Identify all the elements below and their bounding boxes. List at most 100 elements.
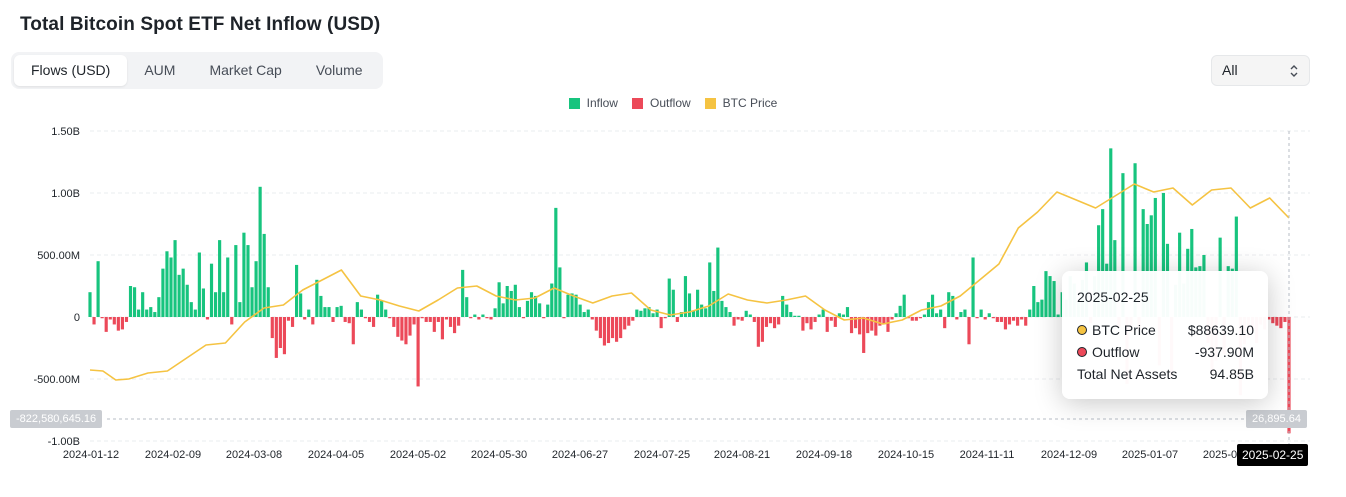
inflow-bar[interactable] <box>145 309 149 317</box>
inflow-bar[interactable] <box>716 247 720 317</box>
inflow-bar[interactable] <box>566 294 570 317</box>
inflow-bar[interactable] <box>201 288 205 317</box>
outflow-bar[interactable] <box>740 317 744 321</box>
inflow-bar[interactable] <box>299 293 303 317</box>
outflow-bar[interactable] <box>282 317 287 355</box>
inflow-bar[interactable] <box>671 289 675 317</box>
outflow-bar[interactable] <box>874 317 878 336</box>
inflow-bar[interactable] <box>359 309 363 317</box>
inflow-bar[interactable] <box>720 300 724 317</box>
outflow-bar[interactable] <box>404 317 408 345</box>
inflow-bar[interactable] <box>570 293 574 317</box>
inflow-bar[interactable] <box>1048 276 1052 317</box>
inflow-bar[interactable] <box>132 287 137 317</box>
inflow-bar[interactable] <box>651 313 655 317</box>
inflow-bar[interactable] <box>517 307 521 317</box>
outflow-bar[interactable] <box>1024 317 1028 326</box>
inflow-bar[interactable] <box>169 257 173 317</box>
outflow-bar[interactable] <box>270 317 274 339</box>
inflow-bar[interactable] <box>213 292 218 317</box>
inflow-bar[interactable] <box>177 274 181 317</box>
outflow-bar[interactable] <box>813 317 817 322</box>
outflow-bar[interactable] <box>274 317 278 358</box>
inflow-bar[interactable] <box>384 309 388 317</box>
inflow-bar[interactable] <box>1036 302 1040 317</box>
inflow-bar[interactable] <box>708 262 712 317</box>
inflow-bar[interactable] <box>258 186 262 317</box>
inflow-bar[interactable] <box>987 313 991 317</box>
inflow-bar[interactable] <box>501 303 505 317</box>
inflow-bar[interactable] <box>161 268 165 317</box>
inflow-bar[interactable] <box>1044 271 1048 317</box>
inflow-bar[interactable] <box>254 261 258 317</box>
outflow-bar[interactable] <box>975 317 979 319</box>
outflow-bar[interactable] <box>286 317 291 321</box>
inflow-bar[interactable] <box>246 245 250 317</box>
outflow-bar[interactable] <box>347 317 351 324</box>
outflow-bar[interactable] <box>772 317 777 329</box>
inflow-bar[interactable] <box>546 304 550 317</box>
inflow-bar[interactable] <box>1032 286 1036 317</box>
outflow-bar[interactable] <box>598 317 602 339</box>
inflow-bar[interactable] <box>266 287 270 317</box>
outflow-bar[interactable] <box>663 317 667 319</box>
inflow-bar[interactable] <box>1052 281 1056 317</box>
inflow-bar[interactable] <box>193 309 197 317</box>
outflow-bar[interactable] <box>760 317 764 342</box>
inflow-bar[interactable] <box>376 294 380 317</box>
outflow-bar[interactable] <box>444 317 449 320</box>
outflow-bar[interactable] <box>805 317 809 324</box>
inflow-bar[interactable] <box>209 263 214 317</box>
outflow-bar[interactable] <box>485 317 489 319</box>
inflow-bar[interactable] <box>218 240 222 317</box>
inflow-bar[interactable] <box>505 286 509 317</box>
inflow-bar[interactable] <box>319 295 323 317</box>
inflow-bar[interactable] <box>128 286 133 317</box>
outflow-bar[interactable] <box>311 317 315 325</box>
inflow-bar[interactable] <box>789 312 793 317</box>
outflow-bar[interactable] <box>627 317 631 326</box>
inflow-bar[interactable] <box>465 297 469 317</box>
outflow-bar[interactable] <box>910 317 914 321</box>
inflow-bar[interactable] <box>558 267 562 317</box>
inflow-bar[interactable] <box>355 302 359 317</box>
inflow-bar[interactable] <box>586 309 590 317</box>
outflow-bar[interactable] <box>768 317 773 324</box>
outflow-bar[interactable] <box>870 317 874 331</box>
inflow-bar[interactable] <box>554 207 558 317</box>
outflow-bar[interactable] <box>457 317 461 326</box>
outflow-bar[interactable] <box>1003 317 1008 330</box>
outflow-bar[interactable] <box>675 317 679 322</box>
inflow-bar[interactable] <box>578 304 582 317</box>
outflow-bar[interactable] <box>448 317 453 327</box>
inflow-bar[interactable] <box>687 293 692 317</box>
inflow-bar[interactable] <box>197 252 201 317</box>
inflow-bar[interactable] <box>307 309 311 317</box>
outflow-bar[interactable] <box>452 317 457 334</box>
outflow-bar[interactable] <box>351 317 355 345</box>
outflow-bar[interactable] <box>983 317 987 320</box>
outflow-bar[interactable] <box>918 317 922 319</box>
outflow-bar[interactable] <box>752 317 756 322</box>
inflow-bar[interactable] <box>902 294 906 317</box>
outflow-bar[interactable] <box>809 317 813 330</box>
outflow-bar[interactable] <box>331 317 335 322</box>
outflow-bar[interactable] <box>392 317 396 327</box>
outflow-bar[interactable] <box>1283 317 1287 322</box>
inflow-bar[interactable] <box>639 310 643 317</box>
outflow-bar[interactable] <box>205 317 210 320</box>
inflow-bar[interactable] <box>88 292 92 317</box>
inflow-bar[interactable] <box>793 315 797 317</box>
outflow-bar[interactable] <box>594 317 598 331</box>
outflow-bar[interactable] <box>408 317 412 336</box>
outflow-bar[interactable] <box>116 317 120 331</box>
outflow-bar[interactable] <box>999 317 1003 322</box>
inflow-bar[interactable] <box>295 264 299 317</box>
inflow-bar[interactable] <box>513 284 517 317</box>
inflow-bar[interactable] <box>96 261 100 317</box>
outflow-bar[interactable] <box>396 317 400 337</box>
inflow-bar[interactable] <box>947 292 951 317</box>
outflow-bar[interactable] <box>955 317 959 320</box>
inflow-bar[interactable] <box>724 307 728 317</box>
outflow-bar[interactable] <box>124 317 129 322</box>
